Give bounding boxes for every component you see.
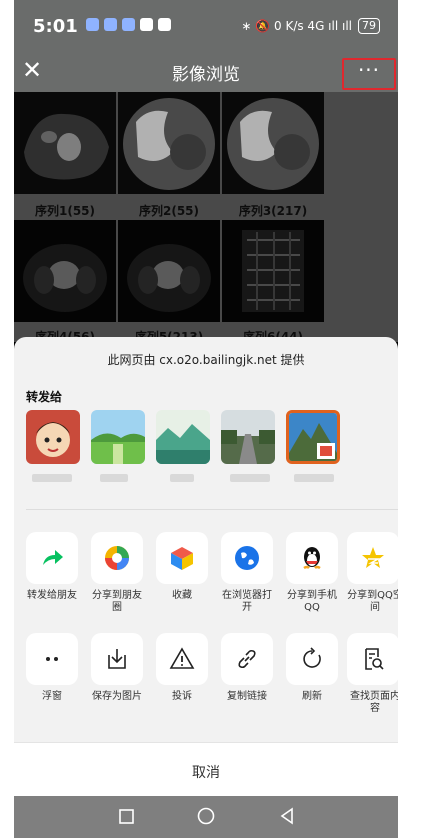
avatar: [221, 410, 275, 464]
contact-name-blurred: [294, 474, 334, 482]
action-share-qq[interactable]: 分享到手机QQ: [284, 532, 340, 614]
contact-name-blurred: [100, 474, 128, 482]
contact-avatar[interactable]: [286, 410, 340, 464]
action-share-moments[interactable]: 分享到朋友圈: [89, 532, 145, 614]
message-notification-icon: [122, 18, 135, 31]
back-icon[interactable]: [280, 807, 293, 825]
warning-icon: [156, 633, 208, 685]
page-source-text: 此网页由 cx.o2o.bailingjk.net 提供: [107, 353, 305, 367]
action-forward-to-friend[interactable]: 转发给朋友: [24, 532, 80, 602]
action-label: 浮窗: [42, 691, 62, 702]
contact-avatar[interactable]: [156, 410, 210, 464]
action-refresh[interactable]: 刷新: [284, 633, 340, 703]
contact-avatar[interactable]: [26, 410, 80, 464]
refresh-icon: [286, 633, 338, 685]
signal-icons: ∗ 🔕 0 K/s 4G ıll ıll: [241, 19, 352, 33]
action-label: 查找页面内容: [350, 691, 398, 714]
action-label: 收藏: [172, 590, 192, 601]
action-favorite[interactable]: 收藏: [154, 532, 210, 602]
contact-name-blurred: [170, 474, 194, 482]
nfc-icon: [140, 18, 153, 31]
action-open-in-browser[interactable]: 在浏览器打开: [219, 532, 275, 614]
action-find-in-page[interactable]: 查找页面内容: [347, 633, 398, 715]
action-save-image[interactable]: 保存为图片: [89, 633, 145, 703]
contact-avatar[interactable]: [221, 410, 275, 464]
qzone-star-icon: [347, 532, 398, 584]
avatar: [26, 410, 80, 464]
nav-bar: ✕ 影像浏览 ···: [14, 52, 398, 92]
system-nav-icons: [119, 807, 293, 825]
dim-overlay: [14, 92, 398, 344]
link-icon: [221, 633, 273, 685]
app-notification-icon: [104, 18, 117, 31]
more-options-button[interactable]: ···: [342, 58, 396, 90]
status-right: ∗ 🔕 0 K/s 4G ıll ıll 79: [241, 18, 380, 34]
action-share-qzone[interactable]: 分享到QQ空间: [347, 532, 398, 614]
divider: [26, 509, 398, 510]
action-label: 投诉: [172, 691, 192, 702]
action-label: 分享到手机QQ: [287, 590, 337, 613]
float-window-icon: [26, 633, 78, 685]
action-label: 在浏览器打开: [222, 590, 272, 613]
cancel-button[interactable]: 取消: [14, 762, 398, 782]
action-report[interactable]: 投诉: [154, 633, 210, 703]
avatar: [289, 413, 337, 461]
action-label: 分享到QQ空间: [347, 590, 398, 613]
contact-name-blurred: [230, 474, 270, 482]
contact-name-blurred: [32, 474, 72, 482]
alarm-icon: [158, 18, 171, 31]
cancel-bar: 取消: [14, 742, 398, 798]
status-time: 5:01: [33, 16, 78, 37]
action-label: 保存为图片: [92, 691, 142, 702]
status-bar: 5:01 ∗ 🔕 0 K/s 4G ıll ıll 79: [14, 0, 398, 52]
system-nav-bar: [14, 796, 398, 838]
notification-icons: [86, 18, 171, 31]
forward-title: 转发给: [26, 390, 63, 404]
page-title: 影像浏览: [172, 65, 240, 85]
action-label: 刷新: [302, 691, 322, 702]
screen: 5:01 ∗ 🔕 0 K/s 4G ıll ıll 79 ✕ 影像浏览 ··· …: [0, 0, 433, 838]
qq-penguin-icon: [286, 532, 338, 584]
action-label: 分享到朋友圈: [92, 590, 142, 613]
battery-icon: 79: [358, 18, 380, 34]
home-icon[interactable]: [197, 807, 215, 825]
forward-arrow-icon: [26, 532, 78, 584]
recent-apps-icon[interactable]: [119, 809, 134, 824]
action-float-window[interactable]: 浮窗: [24, 633, 80, 703]
action-copy-link[interactable]: 复制链接: [219, 633, 275, 703]
browser-globe-icon: [221, 532, 273, 584]
avatar: [156, 410, 210, 464]
contact-avatar[interactable]: [91, 410, 145, 464]
search-page-icon: [347, 633, 398, 685]
moments-icon: [91, 532, 143, 584]
avatar: [91, 410, 145, 464]
action-label: 复制链接: [227, 691, 267, 702]
save-image-icon: [91, 633, 143, 685]
action-label: 转发给朋友: [27, 590, 77, 601]
app-notification-icon: [86, 18, 99, 31]
favorite-cube-icon: [156, 532, 208, 584]
share-sheet: 此网页由 cx.o2o.bailingjk.net 提供 转发给 转发给朋友 分…: [14, 337, 398, 798]
